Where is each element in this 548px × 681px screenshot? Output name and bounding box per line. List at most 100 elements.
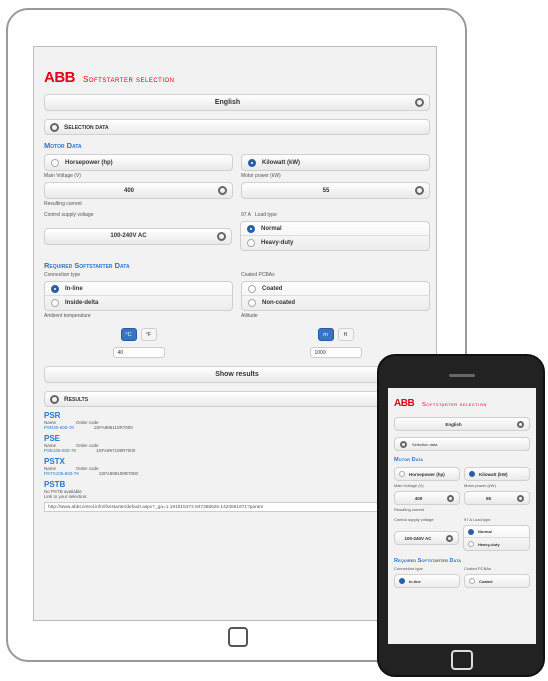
coated-option[interactable]: Coated — [465, 575, 529, 587]
altitude-input[interactable]: 1000 — [309, 347, 362, 358]
power-select[interactable]: 55 — [241, 182, 430, 199]
inline-option[interactable]: In-line — [395, 575, 459, 587]
results-toggle[interactable]: Results — [44, 391, 430, 407]
inside-delta-label: Inside-delta — [65, 300, 99, 306]
phone-screen: ABB Softstarter selection English Select… — [388, 388, 536, 644]
chevron-down-icon — [517, 420, 524, 428]
altitude-label: Altitude — [241, 313, 258, 319]
radio-selected-icon — [247, 224, 255, 233]
current-label: Resulting current — [44, 201, 82, 207]
result-name: PSE — [44, 434, 61, 443]
coated-option[interactable]: Coated — [242, 282, 429, 296]
result-item: PSR Name Order code PSR30-600-70 1SFA89611… — [44, 411, 430, 430]
show-results-label: Show results — [215, 371, 259, 378]
inline-option[interactable]: In-line — [45, 282, 232, 296]
result-item: PSTX Name Order code PSTX105-600-70 1SFA89… — [44, 457, 430, 476]
temperature-input[interactable]: 40 — [112, 347, 165, 358]
voltage-value: 400 — [123, 187, 134, 194]
selection-data-toggle[interactable]: Selection data — [394, 437, 530, 451]
hp-label: Horsepower (hp) — [65, 159, 113, 166]
language-value: English — [214, 99, 241, 106]
load-type-group: Normal Heavy-duty — [463, 525, 530, 551]
radio-selected-icon — [248, 158, 256, 167]
power-value: 55 — [485, 495, 491, 501]
feet-toggle[interactable]: ft — [337, 328, 354, 341]
hp-label: Horsepower (hp) — [409, 471, 445, 477]
coated-group: Coated — [464, 574, 530, 588]
home-button[interactable] — [451, 650, 473, 670]
minus-circle-icon — [50, 394, 59, 404]
supply-value: 100-240V AC — [404, 535, 432, 541]
chevron-down-icon — [415, 98, 424, 107]
radio-icon — [248, 299, 256, 307]
product-link[interactable]: PSR30-600-70 — [44, 425, 74, 430]
coated-label: Coated PCBAs — [241, 272, 275, 278]
power-select[interactable]: 55 — [464, 491, 530, 505]
non-coated-label: Non-coated — [262, 300, 295, 306]
selection-data-label: Selection data — [412, 441, 438, 447]
product-link[interactable]: PSTX105-600-70 — [44, 471, 79, 476]
load-heavy-option[interactable]: Heavy-duty — [241, 236, 429, 250]
supply-select[interactable]: 100-240V AC — [394, 531, 459, 545]
voltage-select[interactable]: 400 — [44, 182, 233, 199]
result-item: PSE Name Order code PSE105-600-70 1SFA8971… — [44, 434, 430, 453]
language-select[interactable]: English — [394, 417, 530, 431]
language-select[interactable]: English — [44, 94, 430, 111]
chevron-down-icon — [217, 231, 226, 241]
load-normal-option[interactable]: Normal — [464, 526, 529, 538]
power-label: Motor power (kW) — [241, 173, 281, 179]
product-link[interactable]: PSE105-600-70 — [44, 448, 76, 453]
radio-icon — [51, 158, 59, 167]
load-heavy-label: Heavy-duty — [261, 240, 294, 246]
selection-data-toggle[interactable]: Selection data — [44, 119, 430, 135]
kw-label: Kilowatt (kW) — [479, 471, 508, 477]
meters-toggle[interactable]: m — [317, 328, 334, 341]
power-label: Motor power (kW) — [464, 483, 496, 488]
load-normal-option[interactable]: Normal — [241, 222, 429, 236]
link-note: Link to your selection: — [44, 494, 88, 499]
coated-label: Coated PCBAs — [464, 566, 491, 571]
radio-icon — [468, 541, 474, 547]
order-code: 1SFA898108R7000 — [98, 471, 139, 476]
load-type-label: Load type — [472, 517, 491, 522]
minus-circle-icon — [50, 122, 59, 132]
radio-selected-icon — [51, 284, 59, 293]
show-results-button[interactable]: Show results — [44, 366, 430, 383]
order-code: 1SFA897108R7000 — [96, 448, 136, 453]
celsius-toggle[interactable]: °C — [120, 328, 137, 341]
ambient-label: Ambient temperature — [44, 313, 91, 319]
kw-option[interactable]: Kilowatt (kW) — [241, 154, 430, 171]
connection-label: Connection type — [44, 272, 81, 278]
voltage-label: Main Voltage (V) — [44, 173, 81, 179]
load-heavy-label: Heavy-duty — [478, 541, 500, 547]
app-title: Softstarter selection — [422, 402, 487, 408]
chevron-down-icon — [446, 534, 453, 542]
radio-selected-icon — [469, 471, 475, 477]
result-name: PSTB — [44, 480, 66, 489]
hp-option[interactable]: Horsepower (hp) — [394, 467, 460, 481]
home-button[interactable] — [228, 627, 248, 647]
chevron-down-icon — [517, 494, 524, 502]
connection-group: In-line Inside-delta — [44, 281, 233, 311]
results-heading: Results — [64, 395, 89, 403]
load-label: 97 A Load type — [241, 212, 430, 218]
non-coated-option[interactable]: Non-coated — [242, 296, 429, 310]
power-value: 55 — [322, 187, 330, 194]
abb-logo: ABB — [44, 69, 76, 86]
required-heading: Required Softstarter Data — [44, 261, 130, 270]
coated-opt-label: Coated — [479, 578, 493, 584]
hp-option[interactable]: Horsepower (hp) — [44, 154, 233, 171]
current-label: Resulting current — [394, 507, 425, 512]
motor-data-heading: Motor Data — [394, 457, 424, 463]
load-heavy-option[interactable]: Heavy-duty — [464, 538, 529, 550]
voltage-select[interactable]: 400 — [394, 491, 460, 505]
motor-data-heading: Motor Data — [44, 141, 82, 150]
inside-delta-option[interactable]: Inside-delta — [45, 296, 232, 310]
result-name: PSTX — [44, 457, 65, 466]
kw-option[interactable]: Kilowatt (kW) — [464, 467, 530, 481]
coated-group: Coated Non-coated — [241, 281, 430, 311]
fahrenheit-toggle[interactable]: °F — [140, 328, 157, 341]
load-normal-label: Normal — [261, 225, 282, 232]
selection-url-field[interactable]: http://www.abbcontrol.info/ifssstarter/d… — [44, 502, 430, 512]
supply-select[interactable]: 100-240V AC — [44, 227, 232, 245]
